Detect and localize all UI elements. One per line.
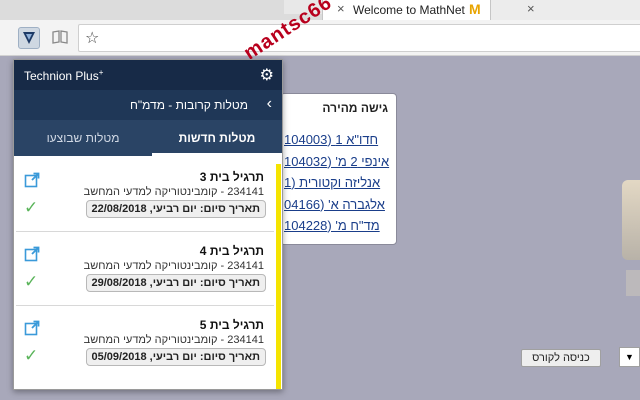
quick-access-list: חדו"א 1 (104003 אינפי 2 מ' (104032 אנליז… <box>281 132 396 240</box>
close-tab-icon[interactable]: × <box>527 1 535 16</box>
enter-course-button[interactable]: כניסה לקורס <box>521 349 601 367</box>
external-link-icon[interactable] <box>24 246 40 262</box>
assignment-card[interactable]: ✓ תרגיל בית 5 234141 - קומבינטוריקה למדע… <box>16 308 274 380</box>
quick-link-vector-analysis[interactable]: אנליזה וקטורית (1 <box>281 175 396 197</box>
tab-title: Welcome to MathNet <box>353 3 465 17</box>
assignment-title: תרגיל בית 4 <box>199 244 264 258</box>
technion-extension-button[interactable] <box>18 27 40 49</box>
mark-done-check-icon[interactable]: ✓ <box>24 198 38 218</box>
assignment-tabs: מטלות שבוצעו מטלות חדשות <box>14 120 282 156</box>
mathnet-favicon-icon: M <box>469 1 481 17</box>
assignment-course: 234141 - קומבינטוריקה למדעי המחשב <box>83 186 264 198</box>
assignment-due-date: תאריך סיום: יום רביעי, 29/08/2018 <box>85 274 266 292</box>
reader-extension-button[interactable] <box>50 27 72 49</box>
list-scrollbar[interactable] <box>276 164 281 389</box>
course-header: מטלות קרובות - מדמ"ח ‹ <box>14 90 282 120</box>
settings-gear-icon[interactable]: ⚙ <box>260 65 274 85</box>
course-image <box>622 180 640 260</box>
book-icon <box>52 30 68 44</box>
external-link-icon[interactable] <box>24 320 40 336</box>
mark-done-check-icon[interactable]: ✓ <box>24 346 38 366</box>
address-bar[interactable]: ☆ <box>78 24 640 52</box>
quick-link-algebra-a[interactable]: אלגברה א' (04166 <box>281 197 396 219</box>
popup-brand: Technion Plus+ <box>24 68 104 83</box>
assignment-course: 234141 - קומבינטוריקה למדעי המחשב <box>83 260 264 272</box>
assignment-due-date: תאריך סיום: יום רביעי, 05/09/2018 <box>85 348 266 366</box>
close-tab-icon[interactable]: × <box>337 1 345 16</box>
course-header-title: מטלות קרובות - מדמ"ח <box>130 98 248 112</box>
course-image-reflection <box>626 270 640 296</box>
assignment-course: 234141 - קומבינטוריקה למדעי המחשב <box>83 334 264 346</box>
tab-mathnet[interactable]: × Welcome to MathNet M <box>322 0 490 20</box>
assignment-list: ✓ תרגיל בית 3 234141 - קומבינטוריקה למדע… <box>14 156 282 389</box>
assignment-title: תרגיל בית 5 <box>199 318 264 332</box>
quick-access-panel: גישה מהירה חדו"א 1 (104003 אינפי 2 מ' (1… <box>280 93 397 245</box>
assignment-title: תרגיל בית 3 <box>199 170 264 184</box>
tab-completed-assignments[interactable]: מטלות שבוצעו <box>14 120 152 156</box>
quick-access-title: גישה מהירה <box>322 101 388 115</box>
assignment-card[interactable]: ✓ תרגיל בית 3 234141 - קומבינטוריקה למדע… <box>16 160 274 232</box>
technion-plus-popup: Technion Plus+ ⚙ מטלות קרובות - מדמ"ח ‹ … <box>13 59 283 390</box>
browser-toolbar: ☆ <box>0 20 640 56</box>
tab-new-assignments[interactable]: מטלות חדשות <box>152 120 282 156</box>
quick-link-pde[interactable]: מד"ח מ' (104228 <box>281 218 396 240</box>
technion-shield-icon <box>23 32 35 44</box>
quick-link-infi-2[interactable]: אינפי 2 מ' (104032 <box>281 154 396 176</box>
course-select-dropdown[interactable]: ▼ <box>619 347 640 367</box>
external-link-icon[interactable] <box>24 172 40 188</box>
assignment-card[interactable]: ✓ תרגיל בית 4 234141 - קומבינטוריקה למדע… <box>16 234 274 306</box>
chevron-left-icon[interactable]: ‹ <box>267 95 272 113</box>
quick-link-calculus-1[interactable]: חדו"א 1 (104003 <box>281 132 396 154</box>
mark-done-check-icon[interactable]: ✓ <box>24 272 38 292</box>
assignment-due-date: תאריך סיום: יום רביעי, 22/08/2018 <box>85 200 266 218</box>
popup-header: Technion Plus+ ⚙ <box>14 60 282 90</box>
tab-new[interactable]: × <box>490 0 640 20</box>
bookmark-star-icon[interactable]: ☆ <box>85 28 99 48</box>
